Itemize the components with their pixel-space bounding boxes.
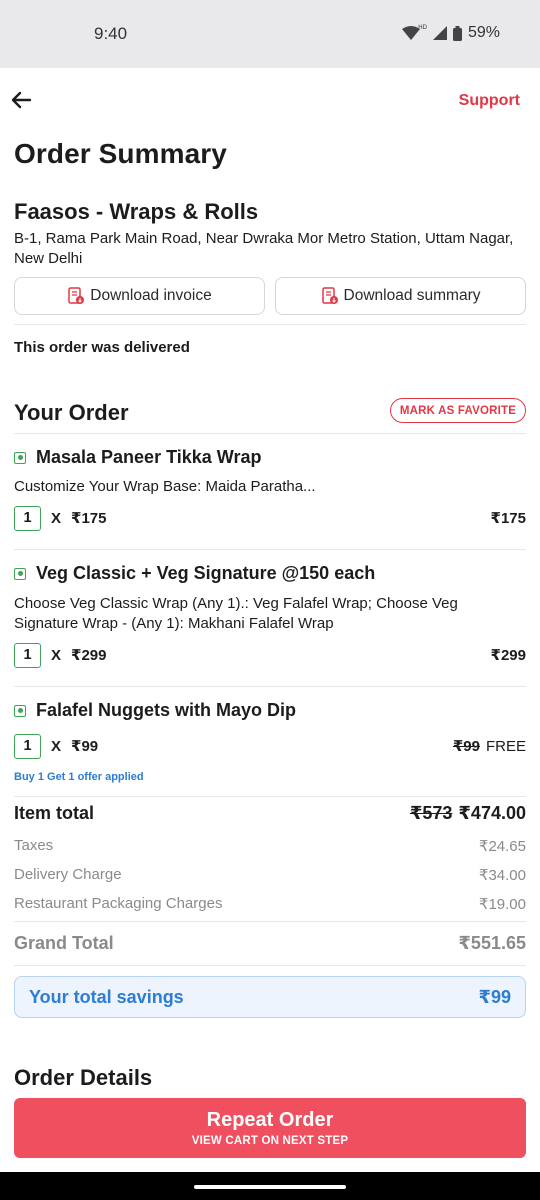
taxes-value: ₹24.65 [478,838,526,855]
battery-icon [452,25,462,41]
order-item: Falafel Nuggets with Mayo Dip 1 X ₹99 ₹9… [14,700,526,783]
status-bar: 9:40 HD 59% [0,0,540,68]
delivery-charge-row: Delivery Charge ₹34.00 [14,866,526,884]
item-total-label: Item total [14,803,95,823]
item-unit-price: ₹175 [71,510,107,527]
item-total: ₹299 [490,647,526,664]
support-link[interactable]: Support [459,92,520,110]
item-total-row: Item total ₹573 ₹474.00 [14,803,526,824]
packaging-label: Restaurant Packaging Charges [14,895,223,912]
back-button[interactable] [8,86,36,114]
savings-amount: ₹99 [478,986,511,1007]
divider [14,433,526,434]
order-item: Masala Paneer Tikka Wrap Customize Your … [14,447,526,531]
grand-total-label: Grand Total [14,933,114,953]
download-summary-label: Download summary [343,287,481,304]
item-total: ₹99 FREE [453,737,526,755]
back-arrow-icon [11,91,32,109]
battery-percent: 59% [467,24,500,41]
item-total-amount: ₹474.00 [458,803,526,823]
mark-favorite-button[interactable]: MARK AS FAVORITE [390,398,526,423]
item-original-total: ₹99 [452,738,480,755]
veg-icon [14,704,26,717]
restaurant-address: B-1, Rama Park Main Road, Near Dwraka Mo… [14,230,514,267]
repeat-order-button[interactable]: Repeat Order VIEW CART ON NEXT STEP [14,1098,526,1158]
packaging-value: ₹19.00 [478,896,526,913]
divider [14,324,526,325]
delivery-charge-value: ₹34.00 [478,867,526,884]
repeat-order-sublabel: VIEW CART ON NEXT STEP [191,1135,349,1147]
veg-icon [14,451,26,464]
hd-badge: HD [418,25,427,31]
offer-note: Buy 1 Get 1 offer applied [14,771,144,783]
status-time: 9:40 [94,24,128,43]
download-summary-button[interactable]: Download summary [275,277,526,315]
home-gesture-handle[interactable] [194,1185,346,1189]
savings-label: Your total savings [29,986,184,1007]
times-sign: X [51,509,62,527]
grand-total-row: Grand Total ₹551.65 [14,933,526,954]
grand-total-value: ₹551.65 [458,933,526,953]
repeat-order-label: Repeat Order [206,1109,334,1131]
item-quantity: 1 [14,505,41,531]
item-unit-price: ₹99 [71,738,99,755]
item-total: ₹175 [490,510,526,527]
times-sign: X [51,737,62,755]
item-quantity: 1 [14,642,41,668]
restaurant-name: Faasos - Wraps & Rolls [14,199,259,224]
status-icons: HD 59% [402,24,500,42]
item-free-label: FREE [485,738,526,755]
item-total-original: ₹573 [409,803,453,823]
invoice-icon [68,287,85,304]
order-details-title: Order Details [14,1065,153,1090]
item-name: Falafel Nuggets with Mayo Dip [36,700,297,720]
item-name: Masala Paneer Tikka Wrap [36,447,262,467]
savings-banner: Your total savings ₹99 [14,976,526,1018]
item-description: Choose Veg Classic Wrap (Any 1).: Veg Fa… [14,595,458,632]
download-invoice-button[interactable]: Download invoice [14,277,265,315]
item-quantity: 1 [14,733,41,759]
divider [14,921,526,922]
times-sign: X [51,646,62,664]
item-unit-price: ₹299 [71,647,107,664]
item-description: Customize Your Wrap Base: Maida Paratha.… [14,478,316,495]
signal-icon [432,26,447,40]
taxes-label: Taxes [14,837,54,854]
page-title: Order Summary [14,138,227,169]
delivery-charge-label: Delivery Charge [14,866,122,883]
delivery-status: This order was delivered [14,339,190,356]
download-buttons: Download invoice Download summary [14,277,526,315]
divider [14,549,526,550]
order-item: Veg Classic + Veg Signature @150 each Ch… [14,563,526,668]
item-total-value: ₹573 ₹474.00 [410,803,526,824]
navigation-bar [0,1172,540,1200]
download-invoice-label: Download invoice [90,287,212,304]
your-order-title: Your Order [14,400,129,425]
summary-icon [321,287,338,304]
divider [14,796,526,797]
top-bar: Support [0,68,540,134]
veg-icon [14,567,26,580]
divider [14,965,526,966]
taxes-row: Taxes ₹24.65 [14,837,526,855]
packaging-row: Restaurant Packaging Charges ₹19.00 [14,895,526,913]
item-name: Veg Classic + Veg Signature @150 each [36,563,376,583]
divider [14,686,526,687]
